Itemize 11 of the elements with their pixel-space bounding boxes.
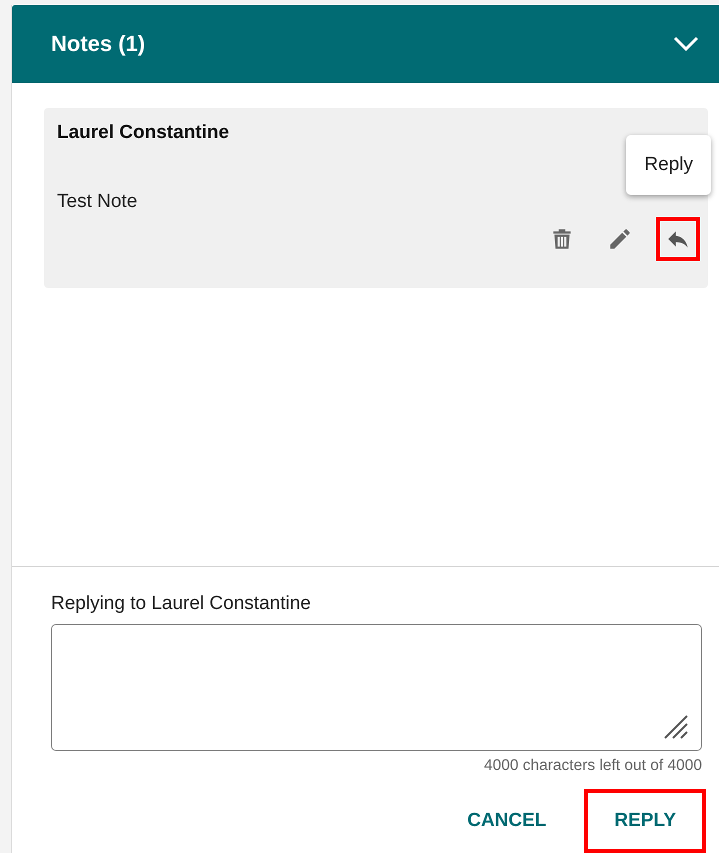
field-label: Replying to Laurel Constantine [51,593,312,615]
note-author: Laurel Constantine [57,122,230,144]
cancel-button[interactable]: CANCEL [437,789,576,853]
note-text: Test Note [57,191,138,213]
panel-title: Notes (1) [51,31,146,57]
chevron-down-icon[interactable] [673,36,699,52]
tooltip: Reply [626,135,711,195]
character-counter: 4000 characters left out of 4000 [484,757,702,775]
reply-button[interactable]: REPLY [584,789,706,853]
notes-header[interactable]: Notes (1) [12,5,719,83]
reply-input-field[interactable] [51,624,702,751]
